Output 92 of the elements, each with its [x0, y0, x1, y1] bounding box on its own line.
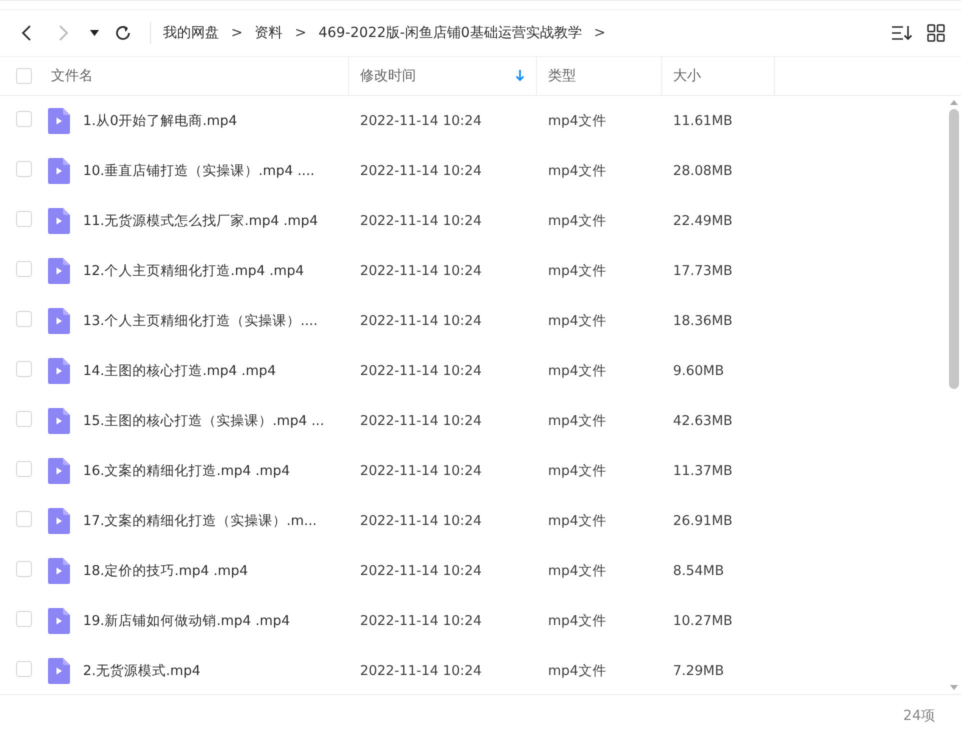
chevron-left-icon	[21, 25, 33, 41]
file-size: 22.49MB	[672, 213, 734, 229]
video-file-icon	[48, 408, 70, 434]
file-name[interactable]: 12.个人主页精细化打造.mp4 .mp4	[83, 262, 304, 280]
row-checkbox[interactable]	[16, 411, 32, 427]
file-type: mp4文件	[547, 512, 608, 530]
modified-time: 2022-11-14 10:24	[359, 513, 483, 529]
row-checkbox[interactable]	[16, 211, 32, 227]
video-file-icon	[48, 658, 70, 684]
file-name[interactable]: 16.文案的精细化打造.mp4 .mp4	[83, 462, 290, 480]
video-file-icon	[48, 308, 70, 334]
file-name[interactable]: 11.无货源模式怎么找厂家.mp4 .mp4	[83, 212, 318, 230]
modified-time: 2022-11-14 10:24	[359, 213, 483, 229]
file-name[interactable]: 15.主图的核心打造（实操课）.mp4 ...	[83, 412, 324, 430]
video-file-icon	[48, 208, 70, 234]
row-checkbox[interactable]	[16, 611, 32, 627]
scroll-down-icon[interactable]	[950, 685, 958, 690]
modified-time: 2022-11-14 10:24	[359, 463, 483, 479]
modified-time: 2022-11-14 10:24	[359, 363, 483, 379]
file-name[interactable]: 1.从0开始了解电商.mp4	[83, 112, 238, 130]
file-type: mp4文件	[547, 462, 608, 480]
video-file-icon	[48, 358, 70, 384]
item-count: 24项	[903, 707, 935, 725]
file-type: mp4文件	[547, 362, 608, 380]
breadcrumb-separator: >	[231, 25, 243, 41]
file-type: mp4文件	[547, 112, 608, 130]
video-file-icon	[48, 158, 70, 184]
modified-time: 2022-11-14 10:24	[359, 613, 483, 629]
file-name[interactable]: 18.定价的技巧.mp4 .mp4	[83, 562, 248, 580]
file-size: 42.63MB	[672, 413, 734, 429]
row-checkbox[interactable]	[16, 111, 32, 127]
row-checkbox[interactable]	[16, 361, 32, 377]
row-checkbox[interactable]	[16, 461, 32, 477]
modified-time: 2022-11-14 10:24	[359, 563, 483, 579]
file-size: 28.08MB	[672, 163, 734, 179]
column-header[interactable]: 修改时间	[349, 57, 537, 95]
grid-view-icon[interactable]	[927, 24, 945, 42]
video-file-icon	[48, 508, 70, 534]
file-name[interactable]: 17.文案的精细化打造（实操课）.m...	[83, 512, 317, 530]
file-type: mp4文件	[547, 212, 608, 230]
file-type: mp4文件	[547, 162, 608, 180]
video-file-icon	[48, 108, 70, 134]
caret-icon	[90, 30, 98, 36]
row-checkbox[interactable]	[16, 661, 32, 677]
file-name[interactable]: 14.主图的核心打造.mp4 .mp4	[83, 362, 276, 380]
modified-time: 2022-11-14 10:24	[359, 113, 483, 129]
row-checkbox[interactable]	[16, 311, 32, 327]
file-name[interactable]: 10.垂直店铺打造（实操课）.mp4 ....	[83, 162, 315, 180]
row-checkbox[interactable]	[16, 511, 32, 527]
file-name[interactable]: 19.新店铺如何做动销.mp4 .mp4	[83, 612, 290, 630]
refresh-icon	[114, 24, 132, 42]
breadcrumb-separator: >	[294, 25, 306, 41]
file-type: mp4文件	[547, 312, 608, 330]
file-name[interactable]: 2.无货源模式.mp4	[83, 662, 200, 680]
modified-time: 2022-11-14 10:24	[359, 163, 483, 179]
file-type: mp4文件	[547, 412, 608, 430]
file-name[interactable]: 13.个人主页精细化打造（实操课）....	[83, 312, 318, 330]
column-header[interactable]: 大小	[662, 57, 775, 95]
file-size: 10.27MB	[672, 613, 734, 629]
modified-time: 2022-11-14 10:24	[359, 313, 483, 329]
video-file-icon	[48, 458, 70, 484]
select-all-checkbox[interactable]	[16, 68, 32, 84]
breadcrumb-link[interactable]: 资料	[254, 24, 283, 42]
breadcrumb-separator: >	[594, 25, 606, 41]
file-size: 18.36MB	[672, 313, 734, 329]
file-size: 9.60MB	[672, 363, 725, 379]
row-checkbox[interactable]	[16, 261, 32, 277]
modified-time: 2022-11-14 10:24	[359, 413, 483, 429]
file-type: mp4文件	[547, 612, 608, 630]
modified-time: 2022-11-14 10:24	[359, 663, 483, 679]
scroll-up-icon[interactable]	[950, 100, 958, 105]
modified-time: 2022-11-14 10:24	[359, 263, 483, 279]
video-file-icon	[48, 558, 70, 584]
file-size: 26.91MB	[672, 513, 734, 529]
row-checkbox[interactable]	[16, 561, 32, 577]
video-file-icon	[48, 608, 70, 634]
column-header[interactable]: 类型	[537, 57, 662, 95]
file-size: 17.73MB	[672, 263, 734, 279]
breadcrumb-link[interactable]: 我的网盘	[163, 24, 219, 42]
column-header[interactable]: 文件名	[40, 57, 349, 95]
sort-icon[interactable]	[891, 24, 913, 42]
file-type: mp4文件	[547, 562, 608, 580]
file-size: 11.37MB	[672, 463, 734, 479]
video-file-icon	[48, 258, 70, 284]
file-size: 11.61MB	[672, 113, 734, 129]
file-type: mp4文件	[547, 262, 608, 280]
row-checkbox[interactable]	[16, 161, 32, 177]
file-size: 7.29MB	[672, 663, 725, 679]
file-type: mp4文件	[547, 662, 608, 680]
file-size: 8.54MB	[672, 563, 725, 579]
chevron-right-icon	[57, 25, 69, 41]
breadcrumb-link[interactable]: 469-2022版-闲鱼店铺0基础运营实战教学	[318, 24, 582, 42]
